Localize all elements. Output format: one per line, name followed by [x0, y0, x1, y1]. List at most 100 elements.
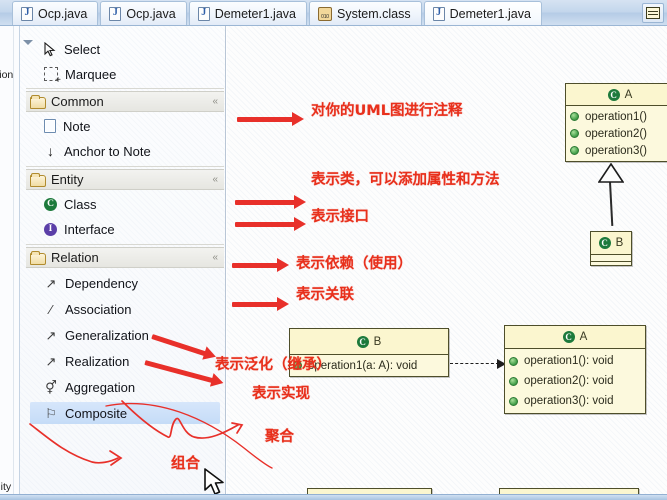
- public-member-icon: [509, 356, 518, 366]
- palette-tool-select[interactable]: Select: [30, 38, 220, 60]
- diamond-hollow-icon: ⚥: [45, 379, 57, 395]
- annotation-arrow-interface: [235, 217, 306, 231]
- collapse-icon[interactable]: «: [212, 96, 218, 107]
- uml-operations-list: operation1(): void operation2(): void op…: [505, 349, 645, 413]
- editor-tab-system-class[interactable]: System.class: [308, 1, 422, 25]
- java-file-icon: [21, 6, 33, 21]
- uml-operation-row: operation3(): void: [509, 391, 645, 411]
- diamond-filled-icon: ⚐: [45, 405, 57, 421]
- uml-operation-row: operation2(): void: [509, 371, 645, 391]
- palette-tool-marquee[interactable]: Marquee: [30, 63, 220, 86]
- java-file-icon: [109, 6, 122, 21]
- uml-operation-label: operation3(): [585, 144, 648, 157]
- palette-item-label: Note: [63, 118, 91, 134]
- uml-class-name: A: [579, 331, 588, 343]
- annotation-arrow-class: [235, 195, 306, 209]
- palette-item-label: Dependency: [65, 275, 138, 291]
- folder-icon: [30, 172, 46, 187]
- palette-item-note[interactable]: Note: [30, 115, 220, 137]
- palette-item-association[interactable]: ∕ Association: [30, 298, 220, 320]
- outline-view-icon: [646, 7, 660, 19]
- uml-operation-label: operation3(): void: [524, 395, 614, 407]
- editor-tab-demeter-2[interactable]: Demeter1.java: [423, 1, 542, 25]
- palette-item-dependency[interactable]: ↗ Dependency: [30, 272, 220, 294]
- palette-group-relation[interactable]: Relation «: [26, 247, 224, 268]
- anchor-icon: ↓: [47, 143, 54, 159]
- palette-group-label: Common: [51, 94, 104, 109]
- uml-class-name: B: [373, 335, 382, 348]
- palette-item-generalization[interactable]: ↗ Generalization: [30, 324, 220, 346]
- strip-fragment-top: sion: [0, 69, 14, 81]
- uml-empty-compartment: [591, 254, 631, 261]
- palette-group-label: Relation: [51, 250, 99, 265]
- java-file-icon: [197, 6, 210, 21]
- uml-empty-compartment-2: [591, 261, 631, 265]
- uml-class-header: C A: [566, 84, 667, 106]
- collapse-icon[interactable]: «: [212, 174, 218, 185]
- annotation-aggregation-text: 聚合: [265, 429, 294, 445]
- public-member-icon: [570, 129, 579, 138]
- palette-divider: [26, 88, 224, 89]
- palette-divider: [26, 166, 224, 167]
- class-circle-icon: C: [356, 335, 369, 348]
- uml-class-a-top[interactable]: C A operation1() operation2() operation3…: [565, 83, 667, 162]
- uml-operation-row: operation3(): [570, 142, 667, 159]
- public-member-icon: [570, 112, 579, 121]
- uml-operation-row: operation2(): [570, 125, 667, 142]
- public-member-icon: [570, 146, 579, 155]
- palette-item-class[interactable]: C Class: [30, 193, 220, 215]
- uml-class-header: C B: [290, 329, 448, 355]
- uml-class-name: A: [624, 88, 633, 101]
- editor-tab-ocp-1[interactable]: Ocp.java: [12, 1, 99, 25]
- marquee-icon: [44, 67, 61, 86]
- collapse-icon[interactable]: «: [212, 252, 218, 263]
- palette-item-anchor-to-note[interactable]: ↓ Anchor to Note: [30, 140, 220, 162]
- annotation-arrow-note: [237, 112, 304, 126]
- editor-tab-label: Ocp.java: [126, 6, 176, 21]
- class-circle-icon: C: [562, 331, 575, 343]
- palette-divider: [26, 244, 224, 245]
- public-member-icon: [509, 396, 518, 406]
- outline-view-button[interactable]: [642, 3, 664, 23]
- uml-operations-list: operation1() operation2() operation3(): [566, 106, 667, 161]
- palette-item-composite[interactable]: ⚐ Composite: [30, 402, 220, 424]
- generalization-line: [608, 175, 614, 227]
- palette-group-entity[interactable]: Entity «: [26, 169, 224, 190]
- palette-item-label: Class: [64, 196, 97, 212]
- palette-group-common[interactable]: Common «: [26, 91, 224, 112]
- annotation-association-text: 表示关联: [296, 287, 354, 303]
- class-circle-icon: C: [598, 237, 611, 249]
- line-icon: ∕: [49, 301, 53, 317]
- uml-operation-label: operation2(): [585, 127, 648, 140]
- hollow-arrow-icon: ↗: [45, 327, 57, 343]
- uml-operation-row: operation1(): [570, 108, 667, 125]
- class-circle-icon: C: [44, 197, 57, 211]
- uml-operation-label: operation1(): void: [524, 355, 614, 367]
- note-icon: [44, 119, 56, 133]
- editor-tab-label: System.class: [336, 6, 411, 21]
- palette-item-interface[interactable]: I Interface: [30, 218, 220, 240]
- editor-tab-demeter-1[interactable]: Demeter1.java: [188, 1, 307, 25]
- palette-item-label: Aggregation: [65, 379, 136, 395]
- palette-item-realization[interactable]: ↗ Realization: [30, 350, 220, 372]
- annotation-arrow-association: [232, 297, 289, 311]
- annotation-composite-text: 组合: [171, 456, 200, 472]
- palette-item-aggregation[interactable]: ⚥ Aggregation: [30, 376, 220, 398]
- dashed-hollow-arrow-icon: ↗: [45, 353, 57, 369]
- strip-fragment-bottom: ility: [0, 481, 12, 493]
- strip-divider: [13, 26, 14, 500]
- bottom-status-strip: [0, 494, 667, 500]
- java-file-icon: [432, 6, 445, 21]
- uml-palette: Select Marquee Common « Note ↓ Anchor to…: [20, 26, 226, 500]
- uml-class-a-middle[interactable]: C A operation1(): void operation2(): voi…: [504, 325, 646, 414]
- public-member-icon: [509, 376, 518, 386]
- folder-icon: [30, 250, 46, 265]
- dependency-line: [450, 363, 499, 364]
- uml-operation-label: operation1(): [585, 110, 648, 123]
- editor-tab-label: Demeter1.java: [449, 6, 531, 21]
- uml-class-b-top[interactable]: C B: [590, 231, 632, 266]
- annotation-note-text: 对你的UML图进行注释: [311, 103, 463, 119]
- annotation-dependency-text: 表示依赖（使用）: [296, 256, 412, 272]
- editor-tab-ocp-2[interactable]: Ocp.java: [100, 1, 187, 25]
- palette-group-label: Entity: [51, 172, 84, 187]
